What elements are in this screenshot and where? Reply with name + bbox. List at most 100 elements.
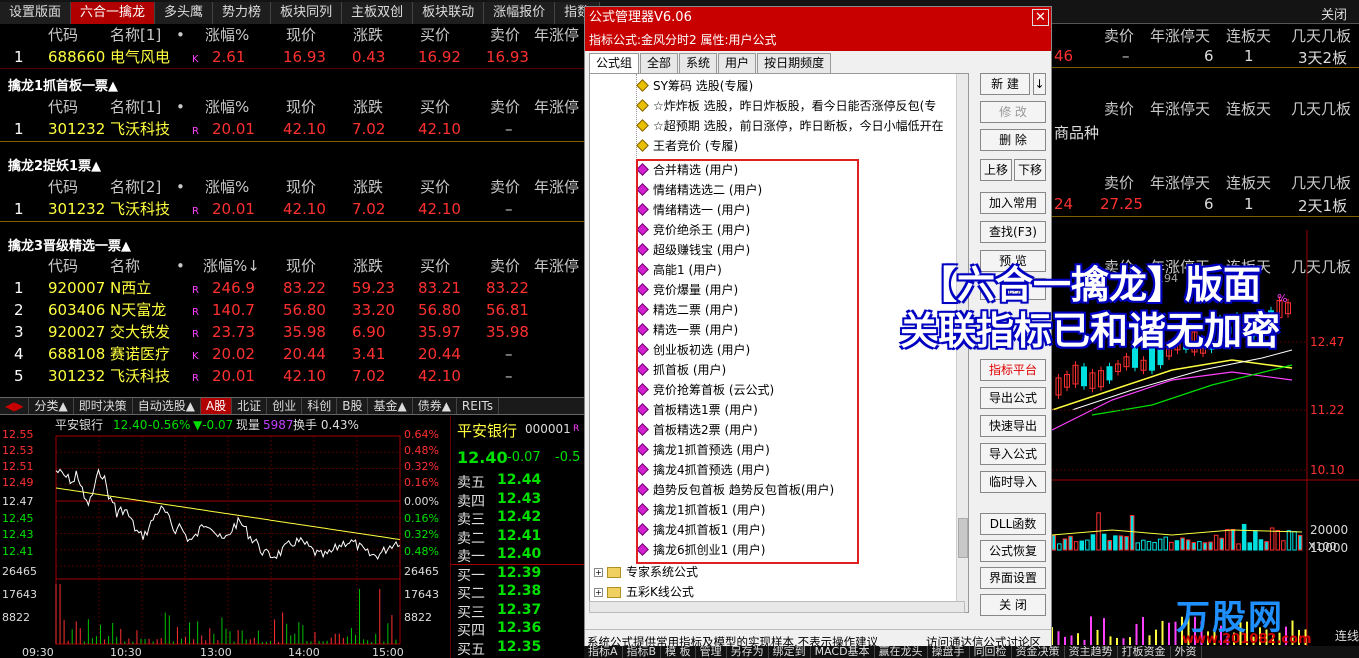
column-header[interactable]: 涨跌 [353, 96, 383, 118]
dialog-button[interactable]: 关 闭 [980, 594, 1046, 616]
column-header[interactable]: 涨跌 [353, 255, 383, 277]
tree-item[interactable]: ☆超预期 选股，前日涨停，昨日断板，今日小幅低开在 [636, 116, 944, 136]
level-price[interactable]: 12.44 [497, 472, 541, 488]
tree-horizontal-scrollbar[interactable] [589, 601, 965, 613]
column-header[interactable]: 买价 [420, 176, 450, 198]
column-header[interactable]: 年涨停 [534, 24, 579, 46]
close-panel-button[interactable]: 关闭 [1321, 4, 1347, 23]
dialog-tab[interactable]: 系统 [679, 53, 718, 73]
top-tab[interactable]: 多头鹰 [155, 2, 214, 24]
column-header[interactable]: 卖价 [490, 24, 520, 46]
market-tab[interactable]: B股 [337, 398, 369, 414]
section-title[interactable]: 擒龙1抓首板一票▲ [0, 76, 585, 98]
column-header[interactable]: 买价 [420, 24, 450, 46]
level-price[interactable]: 12.36 [497, 620, 541, 636]
column-header[interactable]: 年涨停 [534, 255, 579, 277]
bottom-tab[interactable]: 另存为 [727, 646, 769, 658]
expand-icon[interactable]: + [594, 568, 603, 577]
market-tab[interactable]: 债券▲ [413, 398, 457, 414]
column-header[interactable]: 卖价 [490, 255, 520, 277]
bottom-tab[interactable]: 绑定到 [769, 646, 811, 658]
market-tab[interactable]: 创业 [267, 398, 303, 414]
bottom-tab[interactable]: 管理 [696, 646, 727, 658]
bottom-tab[interactable]: 操盘手 [928, 646, 970, 658]
column-header[interactable]: 名称[1] [110, 96, 161, 118]
table-row[interactable]: 1 301232 飞沃科技 R 20.01 42.10 7.02 42.10 – [0, 118, 585, 140]
table-row[interactable]: 1 301232 飞沃科技 R 20.01 42.10 7.02 42.10 – [0, 198, 585, 220]
column-header[interactable]: 现价 [286, 176, 316, 198]
table-row[interactable]: 2 603406 N天富龙 R 140.7 56.80 33.20 56.80 56.81 [0, 299, 585, 321]
tree-item[interactable]: 王者竞价 (专履) [636, 136, 738, 156]
dialog-button[interactable]: 临时导入 [980, 471, 1046, 493]
column-header[interactable]: 涨幅% [205, 176, 249, 198]
market-tab[interactable]: 科创 [302, 398, 338, 414]
column-header[interactable]: 年涨停 [534, 176, 579, 198]
dialog-button[interactable]: 导入公式 [980, 443, 1046, 465]
bottom-tab[interactable]: 模 板 [661, 646, 696, 658]
level-price[interactable]: 12.42 [497, 509, 541, 525]
column-header[interactable]: 涨幅%↓ [203, 255, 260, 277]
dialog-button[interactable]: DLL函数 [980, 513, 1046, 535]
tree-folder[interactable]: + 五彩K线公式 [594, 582, 694, 602]
market-tab[interactable]: 分类▲ [29, 398, 74, 414]
tree-item[interactable]: SY筹码 选股(专履) [636, 76, 753, 96]
dialog-tab[interactable]: 全部 [640, 53, 679, 73]
top-tab[interactable]: 主板双创 [342, 2, 414, 24]
move-up-button[interactable]: 上移 [980, 159, 1012, 181]
section-title[interactable]: 擒龙2捉妖1票▲ [0, 156, 585, 178]
delete-button[interactable]: 删 除 [980, 129, 1046, 151]
table-row[interactable]: 3 920027 交大铁发 R 23.73 35.98 6.90 35.97 35.98 [0, 321, 585, 343]
bottom-tab[interactable]: 打板资金 [1118, 646, 1171, 658]
column-header[interactable]: 代码 [48, 255, 78, 277]
column-header[interactable]: 名称 [110, 255, 140, 277]
bottom-tab[interactable]: 指标A [584, 646, 623, 658]
column-header[interactable]: 代码 [48, 96, 78, 118]
column-header[interactable]: 卖价 [490, 176, 520, 198]
dialog-tab[interactable]: 用户 [718, 53, 757, 73]
column-header[interactable]: 现价 [286, 96, 316, 118]
column-header[interactable]: 涨幅% [205, 96, 249, 118]
level-price[interactable]: 12.40 [497, 546, 541, 562]
level-price[interactable]: 12.35 [497, 639, 541, 655]
modify-button[interactable]: 修 改 [980, 101, 1046, 123]
new-formula-button[interactable]: 新 建 [980, 73, 1030, 95]
bottom-tab[interactable]: MACD基本 [811, 646, 875, 658]
column-header[interactable]: • [176, 255, 185, 277]
table-row[interactable]: 4 688108 赛诺医疗 K 20.02 20.44 3.41 20.44– [0, 343, 585, 365]
left-arrow-icon[interactable]: ◀▶ [0, 398, 30, 414]
dialog-button[interactable]: 加入常用 [980, 192, 1046, 214]
top-tab[interactable]: 板块同列 [271, 2, 343, 24]
column-header[interactable]: 代码 [48, 24, 78, 46]
column-header[interactable]: 涨跌 [353, 24, 383, 46]
dialog-button[interactable]: 查找(F3) [980, 221, 1046, 243]
column-header[interactable]: 买价 [420, 255, 450, 277]
intraday-chart[interactable]: 平安银行 12.40 -0.56% ▼-0.07 现量 5987 换手 0.43% 12.55… [0, 416, 450, 658]
table-row[interactable]: 1 688660 电气风电 K 2.61 16.93 0.43 16.92 16.93 [0, 46, 585, 68]
top-tab[interactable]: 板块联动 [413, 2, 485, 24]
bottom-tab[interactable]: 同回检 [970, 646, 1012, 658]
new-dropdown-arrow-icon[interactable]: ↓ [1033, 73, 1046, 95]
market-tab[interactable]: REITs [457, 398, 499, 414]
market-tab[interactable]: 基金▲ [368, 398, 413, 414]
dialog-button[interactable]: 快速导出 [980, 415, 1046, 437]
column-header[interactable]: 名称[2] [110, 176, 161, 198]
dialog-button[interactable]: 公式恢复 [980, 540, 1046, 562]
tree-folder[interactable]: + 专家系统公式 [594, 562, 698, 582]
level-price[interactable]: 12.37 [497, 602, 541, 618]
column-header[interactable]: 涨幅% [205, 24, 249, 46]
tree-item[interactable]: ☆炸炸板 选股，昨日炸板股，看今日能否涨停反包(专 [636, 96, 936, 116]
level-price[interactable]: 12.39 [497, 565, 541, 581]
top-tab[interactable]: 涨幅报价 [484, 2, 556, 24]
column-header[interactable]: 名称[1] [110, 24, 161, 46]
expand-icon[interactable]: + [594, 588, 603, 597]
table-row[interactable]: 1 920007 N西立 R 246.9 83.22 59.23 83.21 83.22 [0, 277, 585, 299]
dialog-button[interactable]: 指标平台 [980, 359, 1046, 381]
column-header[interactable]: 涨跌 [353, 176, 383, 198]
bottom-tab[interactable]: 资金决策 [1012, 646, 1065, 658]
dialog-button[interactable]: 界面设置 [980, 567, 1046, 589]
market-tab[interactable]: 北证 [232, 398, 268, 414]
column-header[interactable]: 代码 [48, 176, 78, 198]
top-tab[interactable]: 势力榜 [213, 2, 272, 24]
column-header[interactable]: 现价 [286, 24, 316, 46]
move-down-button[interactable]: 下移 [1014, 159, 1046, 181]
